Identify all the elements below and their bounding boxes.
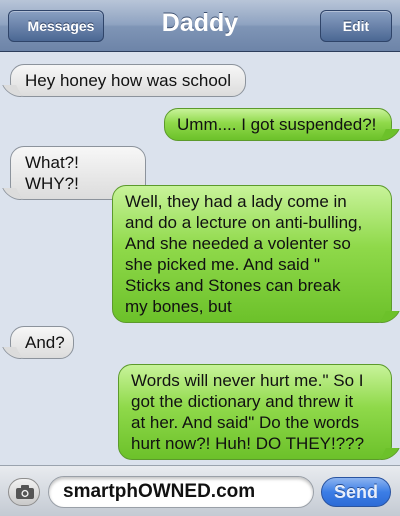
message-bubble-outgoing: Words will never hurt me." So I got the … <box>118 364 400 460</box>
message-bubble-incoming: Hey honey how was school <box>2 64 246 97</box>
message-text: Hey honey how was school <box>25 71 232 90</box>
message-bubble-incoming: And? <box>2 326 74 359</box>
message-text: she picked me. And said " <box>125 255 321 274</box>
message-input-bar: smartphOWNED.com Send <box>0 465 400 516</box>
camera-button[interactable] <box>8 478 40 506</box>
message-text: Well, they had a lady come in <box>125 192 347 211</box>
message-text: Umm.... I got suspended?! <box>177 115 377 134</box>
message-text: And she needed a volenter so <box>125 234 351 253</box>
message-text: And? <box>25 333 65 352</box>
send-button[interactable]: Send <box>321 477 391 507</box>
edit-button[interactable]: Edit <box>320 10 392 42</box>
message-text: hurt now?! Huh! DO THEY!??? <box>131 434 365 453</box>
message-text: my bones, but <box>125 297 232 316</box>
message-bubble-outgoing: Well, they had a lady come in and do a l… <box>112 185 400 323</box>
message-text: Sticks and Stones can break <box>125 276 341 295</box>
camera-icon <box>16 485 34 499</box>
message-text: got the dictionary and threw it <box>131 392 354 411</box>
message-text-field[interactable]: smartphOWNED.com <box>48 476 314 508</box>
message-bubble-outgoing: Umm.... I got suspended?! <box>164 108 400 141</box>
nav-bar: Messages Daddy Edit <box>0 0 400 52</box>
message-text: Words will never hurt me." So I <box>131 371 364 390</box>
message-text: and do a lecture on anti-bulling, <box>125 213 363 232</box>
message-text: at her. And said" Do the words <box>131 413 360 432</box>
